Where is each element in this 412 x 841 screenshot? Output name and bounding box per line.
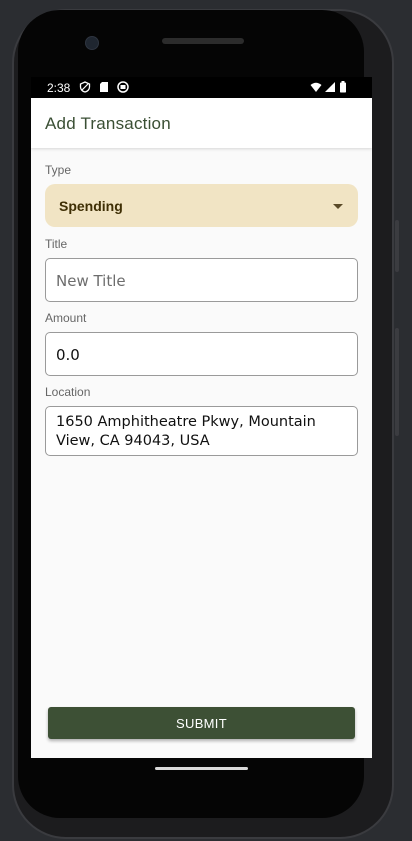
dropdown-arrow-icon: [333, 204, 343, 209]
type-dropdown[interactable]: Spending: [45, 184, 358, 227]
title-input[interactable]: [56, 271, 346, 291]
power-button: [395, 328, 399, 436]
amount-field[interactable]: [45, 332, 358, 376]
app-screen: 2:38 Add Transaction Type Spending Title…: [31, 77, 372, 758]
app-notification-icon: [117, 81, 129, 93]
amount-label: Amount: [45, 311, 87, 325]
amount-input[interactable]: [56, 345, 346, 365]
emulator-stage: 2:38 Add Transaction Type Spending Title…: [0, 0, 412, 841]
cell-signal-icon: [325, 82, 335, 92]
wifi-icon: [310, 82, 322, 92]
location-field[interactable]: 1650 Amphitheatre Pkwy, Mountain View, C…: [45, 406, 358, 456]
shield-icon: [79, 81, 91, 93]
type-selected-value: Spending: [59, 198, 123, 214]
page-title: Add Transaction: [45, 114, 171, 133]
earpiece-speaker: [162, 38, 244, 44]
type-label: Type: [45, 163, 72, 177]
title-field[interactable]: [45, 258, 358, 302]
status-time: 2:38: [47, 81, 71, 95]
location-label: Location: [45, 385, 91, 399]
battery-icon: [340, 81, 346, 93]
status-bar: 2:38: [31, 77, 372, 98]
volume-button: [395, 220, 399, 272]
home-gesture-bar[interactable]: [155, 767, 248, 770]
submit-button[interactable]: SUBMIT: [48, 707, 355, 739]
title-label: Title: [45, 237, 68, 251]
location-input[interactable]: 1650 Amphitheatre Pkwy, Mountain View, C…: [56, 413, 346, 453]
sd-card-icon: [100, 82, 108, 92]
app-bar: Add Transaction: [31, 98, 372, 148]
front-camera: [85, 36, 99, 50]
